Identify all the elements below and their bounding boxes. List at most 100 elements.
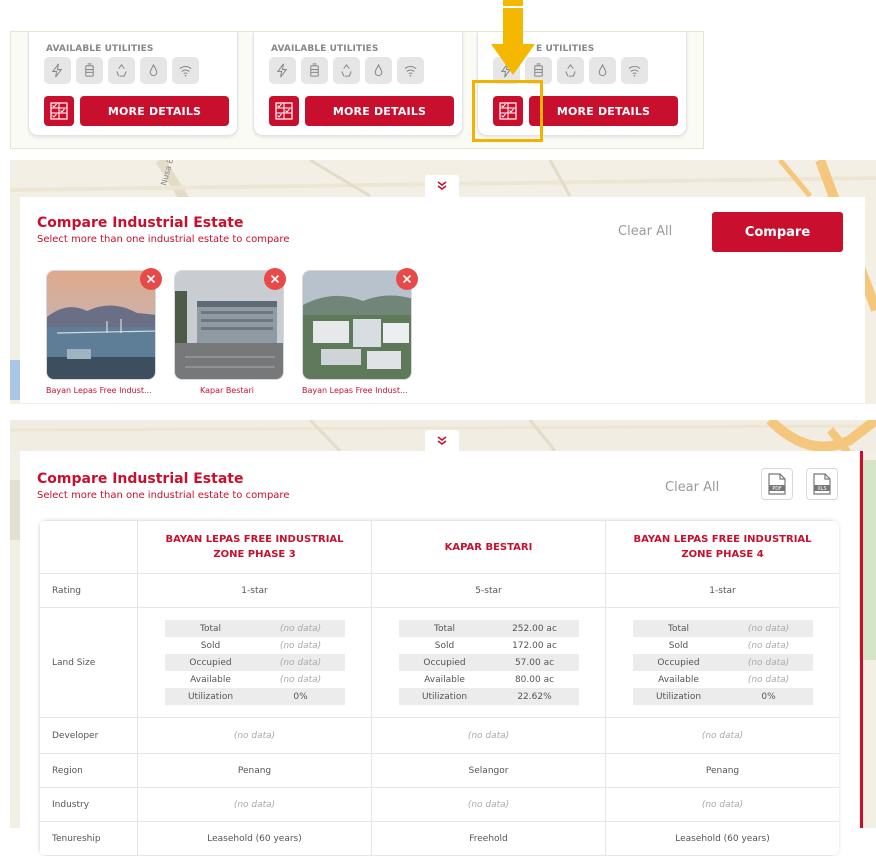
- wifi-icon: [621, 57, 648, 84]
- export-xls-button[interactable]: XLS: [806, 468, 838, 500]
- export-pdf-button[interactable]: PDF: [761, 468, 793, 500]
- table-row: Land Size Total (no data) Sold (no data) O…: [39, 607, 839, 718]
- table-cell: 1-star: [605, 573, 839, 608]
- collapse-toggle[interactable]: [425, 175, 459, 197]
- add-to-compare-button[interactable]: [44, 96, 74, 126]
- compare-checklist-icon: [50, 102, 68, 120]
- gas-icon: [76, 57, 103, 84]
- compare-checklist-icon: [275, 102, 293, 120]
- chevron-double-down-icon: [437, 181, 447, 190]
- more-details-button[interactable]: MORE DETAILS: [529, 96, 678, 126]
- estate-thumbnail[interactable]: [46, 270, 156, 380]
- land-size-row: Available (no data): [190, 674, 322, 685]
- compare-selection-panel: Compare Industrial Estate Select more th…: [20, 197, 865, 403]
- table-row: Rating 1-star 5-star 1-star: [39, 573, 839, 608]
- water-icon: [365, 57, 392, 84]
- land-size-row: Total (no data): [164, 620, 345, 637]
- column-header: BAYAN LEPAS FREE INDUSTRIAL ZONE PHASE 3: [137, 520, 372, 574]
- panel-subtitle: Select more than one industrial estate t…: [37, 234, 290, 245]
- estate-name: Bayan Lepas Free Indust...: [46, 386, 152, 395]
- comparison-table: BAYAN LEPAS FREE INDUSTRIAL ZONE PHASE 3…: [39, 520, 839, 856]
- table-cell: Total (no data) Sold (no data) Occupied (no…: [605, 607, 839, 718]
- table-row: Industry (no data) (no data) (no data): [39, 787, 839, 822]
- table-cell: Leasehold (60 years): [605, 821, 839, 856]
- estate-cards-strip: AVAILABLE UTILITIES MORE DETAILS AVAILAB…: [10, 31, 704, 149]
- pdf-file-icon: PDF: [768, 473, 786, 495]
- row-label: Land Size: [39, 607, 138, 718]
- estate-name: Bayan Lepas Free Indust...: [302, 386, 408, 395]
- close-icon: [146, 274, 156, 284]
- land-size-row: Occupied (no data): [164, 654, 345, 671]
- utilities-title: AVAILABLE UTILITIES: [46, 44, 154, 54]
- remove-estate-button[interactable]: [396, 268, 418, 290]
- scroll-indicator-bar: [860, 451, 863, 828]
- land-size-breakdown: Total 252.00 ac Sold 172.00 ac Occupied 57.…: [398, 620, 579, 705]
- recycle-icon: [333, 57, 360, 84]
- land-size-row: Total (no data): [632, 620, 813, 637]
- more-details-button[interactable]: MORE DETAILS: [305, 96, 454, 126]
- land-size-row: Available (no data): [658, 674, 790, 685]
- table-cell: Penang: [137, 753, 372, 788]
- add-to-compare-button[interactable]: [269, 96, 299, 126]
- panel-title: Compare Industrial Estate: [37, 215, 244, 231]
- table-row: Region Penang Selangor Penang: [39, 753, 839, 788]
- header-empty-cell: [39, 520, 138, 574]
- electricity-icon: [44, 57, 71, 84]
- table-cell: (no data): [137, 717, 372, 754]
- estate-thumbnail[interactable]: [302, 270, 412, 380]
- svg-text:XLS: XLS: [817, 486, 826, 492]
- land-size-row: Utilization 0%: [164, 688, 345, 705]
- estate-card: AVAILABLE UTILITIES MORE DETAILS: [28, 32, 238, 136]
- land-size-row: Utilization 0%: [632, 688, 813, 705]
- land-size-breakdown: Total (no data) Sold (no data) Occupied (no…: [164, 620, 345, 705]
- water-icon: [589, 57, 616, 84]
- row-label: Rating: [39, 573, 138, 608]
- utility-icons: [44, 57, 199, 84]
- electricity-icon: [269, 57, 296, 84]
- land-size-row: Available 80.00 ac: [424, 674, 555, 685]
- column-header: KAPAR BESTARI: [371, 520, 606, 574]
- clear-all-button[interactable]: Clear All: [665, 480, 719, 495]
- table-cell: Leasehold (60 years): [137, 821, 372, 856]
- estate-photo-aerial: [303, 271, 411, 379]
- land-size-row: Sold (no data): [668, 640, 790, 651]
- remove-estate-button[interactable]: [140, 268, 162, 290]
- estate-photo-bridge: [47, 271, 155, 379]
- table-row: Tenureship Leasehold (60 years) Freehold…: [39, 821, 839, 856]
- gas-icon: [301, 57, 328, 84]
- table-cell: Total (no data) Sold (no data) Occupied (no…: [137, 607, 372, 718]
- land-size-row: Utilization 22.62%: [398, 688, 579, 705]
- row-label: Tenureship: [39, 821, 138, 856]
- table-cell: (no data): [371, 787, 606, 822]
- land-size-row: Sold 172.00 ac: [434, 640, 557, 651]
- estate-card: AVAILABLE UTILITIES MORE DETAILS: [253, 32, 463, 136]
- wifi-icon: [397, 57, 424, 84]
- column-header: BAYAN LEPAS FREE INDUSTRIAL ZONE PHASE 4: [605, 520, 839, 574]
- land-size-row: Sold (no data): [200, 640, 322, 651]
- utilities-title: E UTILITIES: [536, 44, 595, 54]
- utility-icons: [269, 57, 424, 84]
- estate-name: Kapar Bestari: [200, 386, 254, 395]
- recycle-icon: [108, 57, 135, 84]
- compare-table-panel: Compare Industrial Estate Select more th…: [20, 451, 859, 856]
- row-label: Developer: [39, 717, 138, 754]
- collapse-toggle[interactable]: [425, 430, 459, 452]
- table-cell: Penang: [605, 753, 839, 788]
- chevron-double-down-icon: [437, 436, 447, 445]
- table-cell: (no data): [137, 787, 372, 822]
- table-cell: Selangor: [371, 753, 606, 788]
- more-details-button[interactable]: MORE DETAILS: [80, 96, 229, 126]
- wifi-icon: [172, 57, 199, 84]
- clear-all-button[interactable]: Clear All: [618, 224, 672, 239]
- water-icon: [140, 57, 167, 84]
- close-icon: [270, 274, 280, 284]
- compare-icon-highlight: [472, 80, 543, 142]
- recycle-icon: [557, 57, 584, 84]
- table-row: Developer (no data) (no data) (no data): [39, 717, 839, 754]
- remove-estate-button[interactable]: [264, 268, 286, 290]
- pointer-arrow-icon: [491, 0, 535, 75]
- land-size-row: Occupied (no data): [632, 654, 813, 671]
- compare-button[interactable]: Compare: [712, 212, 843, 252]
- table-cell: Total 252.00 ac Sold 172.00 ac Occupied 57.…: [371, 607, 606, 718]
- land-size-row: Total 252.00 ac: [398, 620, 579, 637]
